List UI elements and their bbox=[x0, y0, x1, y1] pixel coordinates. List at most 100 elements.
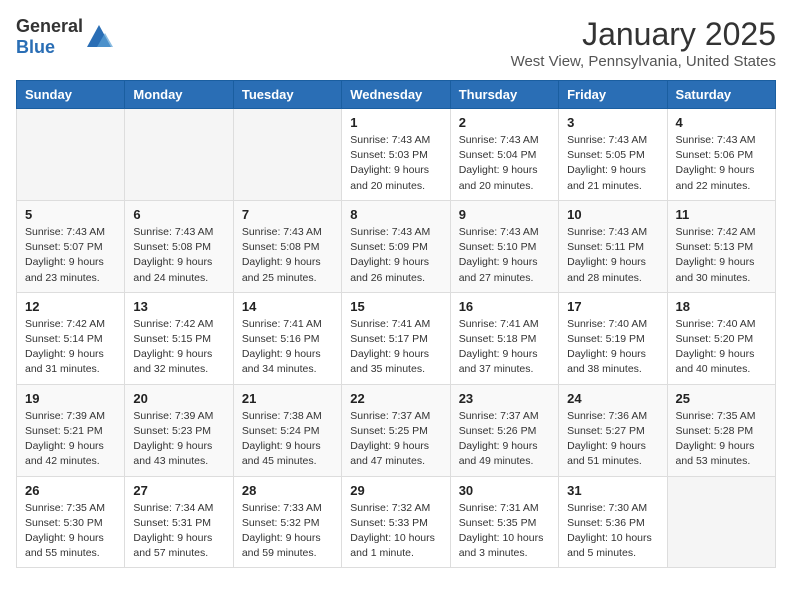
day-info: Sunrise: 7:36 AMSunset: 5:27 PMDaylight:… bbox=[567, 409, 658, 470]
calendar-cell bbox=[233, 109, 341, 201]
day-info: Sunrise: 7:43 AMSunset: 5:05 PMDaylight:… bbox=[567, 133, 658, 194]
day-number: 31 bbox=[567, 483, 658, 498]
day-number: 12 bbox=[25, 299, 116, 314]
day-info: Sunrise: 7:39 AMSunset: 5:23 PMDaylight:… bbox=[133, 409, 224, 470]
calendar-body: 1 Sunrise: 7:43 AMSunset: 5:03 PMDaylight… bbox=[17, 109, 776, 568]
day-info: Sunrise: 7:43 AMSunset: 5:07 PMDaylight:… bbox=[25, 225, 116, 286]
weekday-header-thursday: Thursday bbox=[450, 81, 558, 109]
calendar-cell: 3Sunrise: 7:43 AMSunset: 5:05 PMDaylight… bbox=[559, 109, 667, 201]
day-info: Sunrise: 7:35 AMSunset: 5:28 PMDaylight:… bbox=[676, 409, 767, 470]
day-info: Sunrise: 7:42 AMSunset: 5:15 PMDaylight:… bbox=[133, 317, 224, 378]
day-info: Sunrise: 7:38 AMSunset: 5:24 PMDaylight:… bbox=[242, 409, 333, 470]
day-number: 10 bbox=[567, 207, 658, 222]
calendar-cell: 13 Sunrise: 7:42 AMSunset: 5:15 PMDayligh… bbox=[125, 292, 233, 384]
day-number: 27 bbox=[133, 483, 224, 498]
weekday-header-sunday: Sunday bbox=[17, 81, 125, 109]
calendar-cell: 22 Sunrise: 7:37 AMSunset: 5:25 PMDayligh… bbox=[342, 384, 450, 476]
calendar-cell: 17Sunrise: 7:40 AMSunset: 5:19 PMDayligh… bbox=[559, 292, 667, 384]
day-number: 22 bbox=[350, 391, 441, 406]
calendar-week-3: 12Sunrise: 7:42 AMSunset: 5:14 PMDayligh… bbox=[17, 292, 776, 384]
day-number: 28 bbox=[242, 483, 333, 498]
logo-icon bbox=[85, 23, 113, 51]
calendar-cell: 20 Sunrise: 7:39 AMSunset: 5:23 PMDayligh… bbox=[125, 384, 233, 476]
day-info: Sunrise: 7:43 AMSunset: 5:03 PMDaylight:… bbox=[350, 133, 441, 194]
weekday-header-monday: Monday bbox=[125, 81, 233, 109]
day-info: Sunrise: 7:43 AMSunset: 5:08 PMDaylight:… bbox=[242, 225, 333, 286]
location-title: West View, Pennsylvania, United States bbox=[511, 53, 776, 70]
day-number: 11 bbox=[676, 207, 767, 222]
logo-text: General Blue bbox=[16, 16, 83, 58]
calendar-week-2: 5 Sunrise: 7:43 AMSunset: 5:07 PMDaylight… bbox=[17, 200, 776, 292]
weekday-header-saturday: Saturday bbox=[667, 81, 775, 109]
calendar-cell: 19 Sunrise: 7:39 AMSunset: 5:21 PMDayligh… bbox=[17, 384, 125, 476]
day-info: Sunrise: 7:39 AMSunset: 5:21 PMDaylight:… bbox=[25, 409, 116, 470]
day-number: 16 bbox=[459, 299, 550, 314]
day-number: 9 bbox=[459, 207, 550, 222]
day-info: Sunrise: 7:41 AMSunset: 5:17 PMDaylight:… bbox=[350, 317, 441, 378]
day-info: Sunrise: 7:43 AMSunset: 5:11 PMDaylight:… bbox=[567, 225, 658, 286]
logo: General Blue bbox=[16, 16, 113, 58]
day-info: Sunrise: 7:32 AMSunset: 5:33 PMDaylight:… bbox=[350, 501, 441, 562]
calendar-cell: 25 Sunrise: 7:35 AMSunset: 5:28 PMDayligh… bbox=[667, 384, 775, 476]
calendar-cell: 21Sunrise: 7:38 AMSunset: 5:24 PMDayligh… bbox=[233, 384, 341, 476]
day-info: Sunrise: 7:41 AMSunset: 5:18 PMDaylight:… bbox=[459, 317, 550, 378]
day-number: 5 bbox=[25, 207, 116, 222]
logo-general: General bbox=[16, 16, 83, 36]
day-number: 6 bbox=[133, 207, 224, 222]
calendar-cell: 4 Sunrise: 7:43 AMSunset: 5:06 PMDaylight… bbox=[667, 109, 775, 201]
day-number: 15 bbox=[350, 299, 441, 314]
calendar-cell: 1 Sunrise: 7:43 AMSunset: 5:03 PMDaylight… bbox=[342, 109, 450, 201]
calendar: SundayMondayTuesdayWednesdayThursdayFrid… bbox=[16, 80, 776, 568]
weekday-header-row: SundayMondayTuesdayWednesdayThursdayFrid… bbox=[17, 81, 776, 109]
day-number: 4 bbox=[676, 115, 767, 130]
day-info: Sunrise: 7:35 AMSunset: 5:30 PMDaylight:… bbox=[25, 501, 116, 562]
calendar-cell: 16 Sunrise: 7:41 AMSunset: 5:18 PMDayligh… bbox=[450, 292, 558, 384]
title-area: January 2025 West View, Pennsylvania, Un… bbox=[511, 16, 776, 70]
calendar-cell bbox=[125, 109, 233, 201]
calendar-week-5: 26 Sunrise: 7:35 AMSunset: 5:30 PMDayligh… bbox=[17, 476, 776, 568]
calendar-cell: 30Sunrise: 7:31 AMSunset: 5:35 PMDayligh… bbox=[450, 476, 558, 568]
calendar-cell: 5 Sunrise: 7:43 AMSunset: 5:07 PMDaylight… bbox=[17, 200, 125, 292]
day-number: 24 bbox=[567, 391, 658, 406]
day-number: 1 bbox=[350, 115, 441, 130]
day-number: 20 bbox=[133, 391, 224, 406]
calendar-cell: 8Sunrise: 7:43 AMSunset: 5:09 PMDaylight… bbox=[342, 200, 450, 292]
calendar-cell: 11 Sunrise: 7:42 AMSunset: 5:13 PMDayligh… bbox=[667, 200, 775, 292]
day-info: Sunrise: 7:43 AMSunset: 5:06 PMDaylight:… bbox=[676, 133, 767, 194]
calendar-cell: 31 Sunrise: 7:30 AMSunset: 5:36 PMDayligh… bbox=[559, 476, 667, 568]
day-info: Sunrise: 7:30 AMSunset: 5:36 PMDaylight:… bbox=[567, 501, 658, 562]
calendar-cell bbox=[667, 476, 775, 568]
calendar-cell bbox=[17, 109, 125, 201]
day-number: 25 bbox=[676, 391, 767, 406]
page-header: General Blue January 2025 West View, Pen… bbox=[16, 16, 776, 70]
day-number: 19 bbox=[25, 391, 116, 406]
weekday-header-wednesday: Wednesday bbox=[342, 81, 450, 109]
day-number: 2 bbox=[459, 115, 550, 130]
calendar-cell: 18Sunrise: 7:40 AMSunset: 5:20 PMDayligh… bbox=[667, 292, 775, 384]
day-info: Sunrise: 7:42 AMSunset: 5:13 PMDaylight:… bbox=[676, 225, 767, 286]
calendar-cell: 14Sunrise: 7:41 AMSunset: 5:16 PMDayligh… bbox=[233, 292, 341, 384]
day-number: 26 bbox=[25, 483, 116, 498]
weekday-header-friday: Friday bbox=[559, 81, 667, 109]
day-info: Sunrise: 7:37 AMSunset: 5:26 PMDaylight:… bbox=[459, 409, 550, 470]
logo-blue: Blue bbox=[16, 37, 55, 57]
calendar-cell: 9Sunrise: 7:43 AMSunset: 5:10 PMDaylight… bbox=[450, 200, 558, 292]
calendar-cell: 26 Sunrise: 7:35 AMSunset: 5:30 PMDayligh… bbox=[17, 476, 125, 568]
day-info: Sunrise: 7:37 AMSunset: 5:25 PMDaylight:… bbox=[350, 409, 441, 470]
calendar-cell: 23Sunrise: 7:37 AMSunset: 5:26 PMDayligh… bbox=[450, 384, 558, 476]
weekday-header-tuesday: Tuesday bbox=[233, 81, 341, 109]
day-number: 8 bbox=[350, 207, 441, 222]
day-info: Sunrise: 7:34 AMSunset: 5:31 PMDaylight:… bbox=[133, 501, 224, 562]
calendar-cell: 6Sunrise: 7:43 AMSunset: 5:08 PMDaylight… bbox=[125, 200, 233, 292]
calendar-cell: 24 Sunrise: 7:36 AMSunset: 5:27 PMDayligh… bbox=[559, 384, 667, 476]
calendar-cell: 15 Sunrise: 7:41 AMSunset: 5:17 PMDayligh… bbox=[342, 292, 450, 384]
calendar-cell: 12Sunrise: 7:42 AMSunset: 5:14 PMDayligh… bbox=[17, 292, 125, 384]
day-number: 29 bbox=[350, 483, 441, 498]
day-info: Sunrise: 7:40 AMSunset: 5:20 PMDaylight:… bbox=[676, 317, 767, 378]
day-number: 13 bbox=[133, 299, 224, 314]
calendar-header: SundayMondayTuesdayWednesdayThursdayFrid… bbox=[17, 81, 776, 109]
calendar-cell: 28Sunrise: 7:33 AMSunset: 5:32 PMDayligh… bbox=[233, 476, 341, 568]
day-info: Sunrise: 7:41 AMSunset: 5:16 PMDaylight:… bbox=[242, 317, 333, 378]
calendar-week-4: 19 Sunrise: 7:39 AMSunset: 5:21 PMDayligh… bbox=[17, 384, 776, 476]
day-number: 30 bbox=[459, 483, 550, 498]
